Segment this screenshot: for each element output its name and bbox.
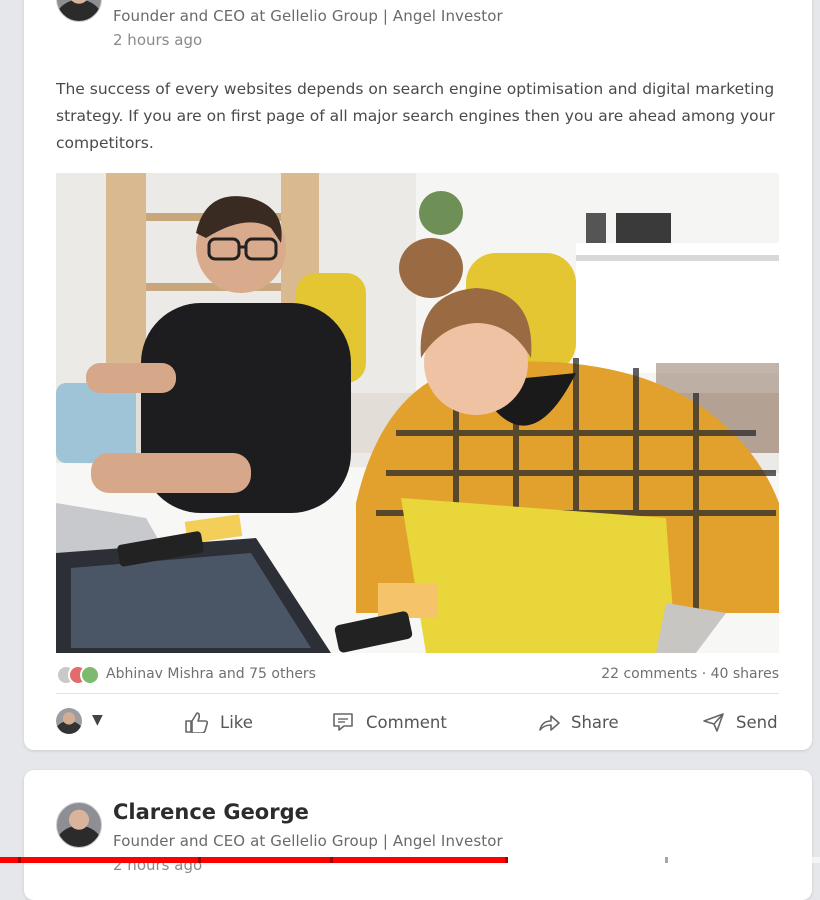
post-card: Founder and CEO at Gellelio Group | Ange… — [24, 0, 812, 750]
author-name[interactable]: Clarence George — [113, 800, 309, 824]
share-label: Share — [571, 712, 619, 732]
office-photo — [56, 173, 779, 653]
post-image[interactable] — [56, 173, 779, 653]
comment-icon — [333, 713, 353, 731]
share-arrow-icon — [539, 715, 560, 731]
like-label: Like — [220, 712, 253, 732]
reactions-summary[interactable]: Abhinav Mishra and 75 others — [106, 666, 316, 682]
reactions-row: Abhinav Mishra and 75 others 22 comments… — [56, 664, 779, 686]
support-reaction-icon — [80, 665, 100, 685]
like-button[interactable]: Like — [184, 706, 253, 738]
chevron-down-icon[interactable]: ▼ — [92, 712, 103, 728]
chapter-marker — [198, 857, 201, 863]
chapter-marker — [330, 857, 333, 863]
comments-shares-count[interactable]: 22 comments · 40 shares — [601, 666, 779, 682]
chapter-marker — [665, 857, 668, 863]
divider — [56, 693, 779, 694]
author-subtitle: Founder and CEO at Gellelio Group | Ange… — [113, 7, 503, 25]
author-avatar[interactable] — [56, 0, 102, 22]
viewer-avatar[interactable] — [56, 708, 82, 734]
send-plane-icon — [703, 713, 724, 732]
comment-button[interactable]: Comment — [332, 706, 447, 738]
author-avatar[interactable] — [56, 802, 102, 848]
send-label: Send — [736, 712, 778, 732]
chapter-marker — [18, 857, 21, 863]
reaction-icons[interactable] — [56, 665, 102, 685]
send-button[interactable]: Send — [702, 706, 778, 738]
post-card: Clarence George Founder and CEO at Gelle… — [24, 770, 812, 900]
thumbs-up-icon — [185, 712, 209, 733]
video-progress-fill — [0, 857, 509, 863]
post-actions: ▼ Like Comment Share Send — [56, 702, 779, 742]
comment-label: Comment — [366, 712, 447, 732]
chapter-marker — [505, 857, 508, 863]
post-text: The success of every websites depends on… — [56, 80, 775, 152]
post-timestamp: 2 hours ago — [113, 31, 203, 49]
video-progress-bar[interactable] — [0, 857, 820, 863]
author-subtitle: Founder and CEO at Gellelio Group | Ange… — [113, 832, 503, 850]
share-button[interactable]: Share — [537, 706, 619, 738]
